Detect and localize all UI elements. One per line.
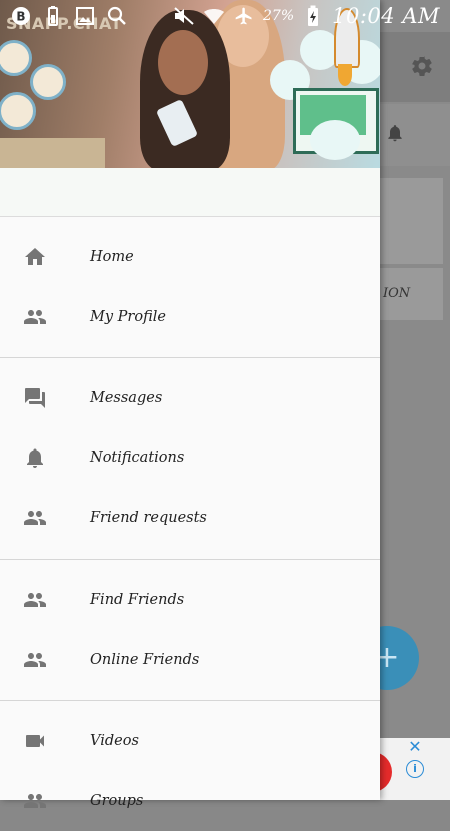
menu-item-label: Find Friends (90, 592, 185, 608)
battery-charging-icon (302, 5, 324, 27)
status-bar: B 27% 10:04 AM (0, 0, 450, 32)
menu-item-online-friends[interactable]: Online Friends (0, 630, 380, 690)
section-divider (0, 559, 380, 560)
people-icon (23, 789, 47, 813)
search-icon (106, 5, 128, 27)
menu-item-groups[interactable]: Groups (0, 771, 380, 831)
airplane-mode-icon (233, 5, 255, 27)
menu-item-label: Home (90, 249, 134, 265)
background-card (380, 178, 443, 264)
navigation-drawer: SNAPP.CHAT Home My Profile Messages Noti… (0, 0, 380, 809)
people-icon (23, 588, 47, 612)
menu-item-notifications[interactable]: Notifications (0, 428, 380, 488)
cloud (310, 120, 360, 160)
menu-item-label: Friend requests (90, 510, 207, 526)
chat-icon (23, 386, 47, 410)
face-left (158, 30, 208, 95)
mute-icon (173, 5, 195, 27)
svg-text:B: B (16, 10, 25, 24)
menu-item-videos[interactable]: Videos (0, 711, 380, 771)
bell-icon (23, 446, 47, 470)
menu-item-label: Groups (90, 793, 144, 809)
menu-item-label: Online Friends (90, 652, 200, 668)
people-icon (23, 305, 47, 329)
people-icon (23, 648, 47, 672)
clock-time: 10:04 AM (332, 4, 440, 28)
menu-item-label: Videos (90, 733, 139, 749)
background-card-text: ION (383, 286, 411, 301)
settings-gear-icon[interactable] (410, 54, 434, 78)
b-circle-icon: B (10, 5, 32, 27)
home-icon (23, 245, 47, 269)
people-icon (23, 506, 47, 530)
shelf (0, 138, 105, 168)
battery-percent: 27% (263, 8, 295, 24)
battery-saver-icon (42, 5, 64, 27)
bell-icon (385, 122, 405, 148)
menu-item-find-friends[interactable]: Find Friends (0, 570, 380, 630)
menu-item-my-profile[interactable]: My Profile (0, 287, 380, 347)
rocket-flame (338, 64, 352, 86)
video-icon (23, 729, 47, 753)
ad-close-icon[interactable]: ✕ (406, 738, 424, 756)
avatar-bubble (30, 64, 66, 100)
menu-item-home[interactable]: Home (0, 227, 380, 287)
drawer-header-bar (0, 168, 380, 217)
menu-item-label: Notifications (90, 450, 185, 466)
section-divider (0, 357, 380, 358)
menu-item-label: Messages (90, 390, 163, 406)
wifi-icon (203, 5, 225, 27)
menu-item-label: My Profile (90, 309, 166, 325)
menu-item-messages[interactable]: Messages (0, 368, 380, 428)
avatar-bubble (0, 40, 32, 76)
section-divider (0, 700, 380, 701)
ad-info-icon[interactable]: i (406, 760, 424, 778)
menu-item-friend-requests[interactable]: Friend requests (0, 488, 380, 548)
image-icon (74, 5, 96, 27)
avatar-bubble (0, 92, 36, 130)
